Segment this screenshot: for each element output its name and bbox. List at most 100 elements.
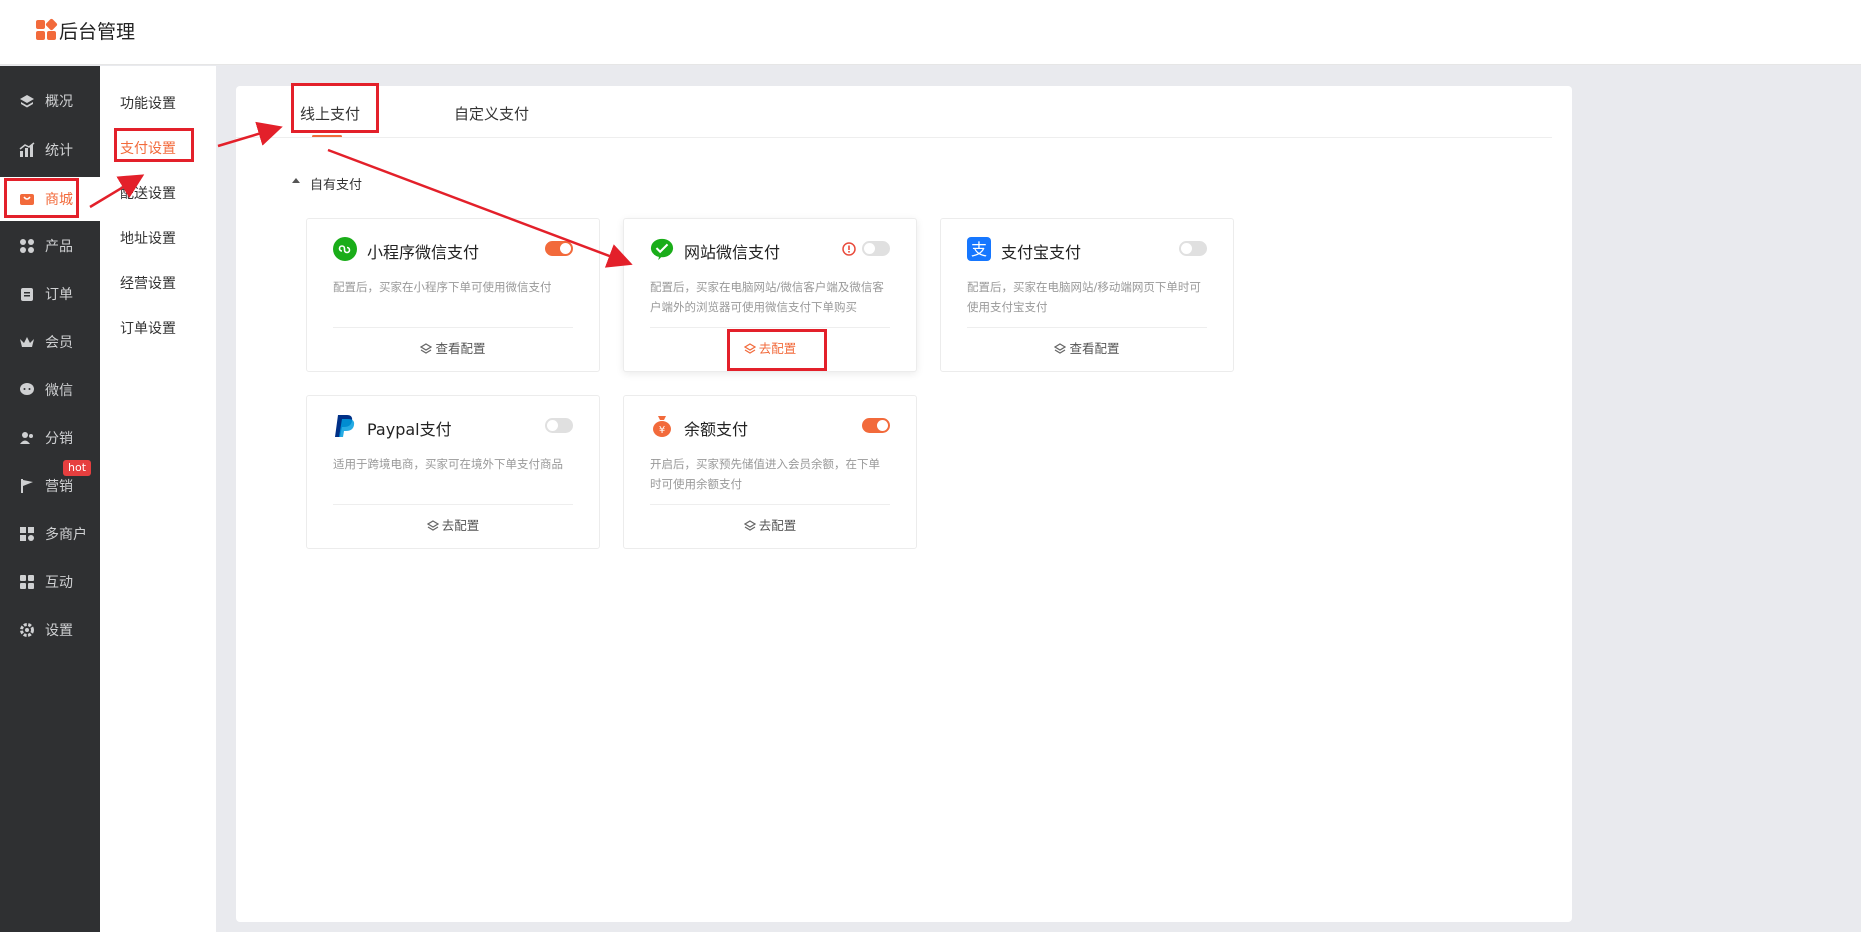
- action-label: 去配置: [441, 518, 480, 533]
- payment-card-paypal: Paypal支付 适用于跨境电商，买家可在境外下单支付商品 去配置: [306, 395, 600, 549]
- tab-custom-payment[interactable]: 自定义支付: [454, 103, 529, 124]
- flag-icon: [19, 478, 35, 494]
- chat-icon: [19, 382, 35, 398]
- alipay-icon: 支: [967, 237, 991, 261]
- wechat-icon: [650, 237, 674, 261]
- action-label: 查看配置: [435, 341, 486, 356]
- view-config-button[interactable]: 查看配置: [307, 338, 599, 357]
- grid-icon: [19, 238, 35, 254]
- payment-name: 余额支付: [684, 420, 749, 439]
- payment-name: 小程序微信支付: [367, 243, 480, 262]
- sidebar-item-label: 会员: [45, 335, 73, 351]
- svg-text:支: 支: [971, 240, 987, 259]
- logo-icon: [36, 18, 58, 40]
- chart-icon: [19, 142, 35, 158]
- warning-icon[interactable]: [842, 241, 856, 256]
- sidebar-item-members[interactable]: 会员: [0, 320, 100, 364]
- layers-icon: [1054, 343, 1067, 354]
- enable-toggle[interactable]: [1179, 241, 1207, 256]
- toggle-knob: [877, 420, 888, 431]
- toggle-knob: [864, 243, 875, 254]
- enable-toggle[interactable]: [862, 418, 890, 433]
- card-divider: [967, 327, 1207, 328]
- card-divider: [650, 327, 890, 328]
- sidebar-item-orders[interactable]: 订单: [0, 272, 100, 316]
- collapse-caret-icon[interactable]: [292, 178, 300, 183]
- tab-divider: [236, 137, 1552, 138]
- sidebar-item-label: 订单: [45, 287, 73, 303]
- annotation-box-shop: [4, 178, 79, 218]
- layers-icon: [420, 343, 433, 354]
- submenu-item-order[interactable]: 订单设置: [120, 318, 176, 338]
- section-title: 自有支付: [310, 178, 363, 193]
- sidebar-item-label: 分销: [45, 431, 73, 447]
- toggle-knob: [560, 243, 571, 254]
- view-config-button[interactable]: 查看配置: [941, 338, 1233, 357]
- sidebar-item-overview[interactable]: 概况: [0, 79, 100, 123]
- sidebar-item-interaction[interactable]: 互动: [0, 560, 100, 604]
- svg-text:¥: ¥: [659, 425, 665, 436]
- go-config-button[interactable]: 去配置: [624, 515, 916, 534]
- payment-settings-panel: 线上支付 自定义支付 自有支付 小程序微信支付 配置后，买家在小程序下单可使用微…: [236, 86, 1572, 922]
- sidebar-item-products[interactable]: 产品: [0, 224, 100, 268]
- sidebar-item-label: 营销: [45, 479, 73, 495]
- tab-label: 自定义支付: [454, 105, 530, 123]
- enable-toggle[interactable]: [862, 241, 890, 256]
- annotation-box-payment-settings: [114, 128, 194, 162]
- crown-icon: [19, 334, 35, 350]
- sidebar-item-label: 产品: [45, 239, 73, 255]
- sidebar-item-label: 设置: [45, 623, 73, 639]
- paypal-icon: [333, 414, 357, 438]
- layers-icon: [426, 520, 439, 531]
- clipboard-icon: [19, 286, 35, 302]
- submenu-item-feature[interactable]: 功能设置: [120, 93, 176, 113]
- go-config-button[interactable]: 去配置: [307, 515, 599, 534]
- sidebar-item-wechat[interactable]: 微信: [0, 368, 100, 412]
- payment-description: 配置后，买家在小程序下单可使用微信支付: [333, 280, 552, 294]
- payment-card-alipay: 支 支付宝支付 配置后，买家在电脑网站/移动端网页下单时可使用支付宝支付 查看配…: [940, 218, 1234, 372]
- sidebar-item-stats[interactable]: 统计: [0, 128, 100, 172]
- sidebar-item-label: 微信: [45, 383, 73, 399]
- app-title: 后台管理: [59, 21, 136, 43]
- sidebar-item-multi-merchant[interactable]: 多商户: [0, 512, 100, 556]
- action-label: 去配置: [758, 518, 797, 533]
- submenu-item-address[interactable]: 地址设置: [120, 228, 176, 248]
- payment-card-balance: ¥ 余额支付 开启后，买家预先储值进入会员余额，在下单时可使用余额支付 去配置: [623, 395, 917, 549]
- payment-description: 适用于跨境电商，买家可在境外下单支付商品: [333, 457, 563, 471]
- enable-toggle[interactable]: [545, 418, 573, 433]
- toggle-knob: [547, 420, 558, 431]
- payment-description: 开启后，买家预先储值进入会员余额，在下单时可使用余额支付: [650, 457, 880, 491]
- enable-toggle[interactable]: [545, 241, 573, 256]
- sidebar-item-marketing[interactable]: 营销 hot: [0, 460, 100, 508]
- submenu-item-delivery[interactable]: 配送设置: [120, 183, 176, 203]
- settings-submenu: 功能设置 支付设置 配送设置 地址设置 经营设置 订单设置: [100, 66, 216, 932]
- payment-description: 配置后，买家在电脑网站/微信客户端及微信客户端外的浏览器可使用微信支付下单购买: [650, 280, 884, 314]
- sidebar-item-label: 互动: [45, 575, 73, 591]
- card-divider: [650, 504, 890, 505]
- top-bar: 后台管理: [0, 0, 1861, 65]
- payment-name: 支付宝支付: [1001, 243, 1082, 262]
- payment-name: 网站微信支付: [684, 243, 781, 262]
- card-divider: [333, 327, 573, 328]
- hot-badge: hot: [63, 460, 92, 476]
- annotation-box-go-config: [727, 329, 827, 371]
- payment-name: Paypal支付: [367, 420, 452, 439]
- layers-icon: [743, 520, 756, 531]
- submenu-item-business[interactable]: 经营设置: [120, 273, 176, 293]
- apps-icon: [19, 574, 35, 590]
- sidebar-item-label: 多商户: [45, 527, 87, 543]
- layers-icon: [19, 93, 35, 109]
- users-icon: [19, 430, 35, 446]
- store-icon: [19, 526, 35, 542]
- miniprogram-icon: [333, 237, 357, 261]
- sidebar-item-label: 概况: [45, 94, 73, 110]
- sidebar-item-distribution[interactable]: 分销: [0, 416, 100, 460]
- annotation-box-online-tab: [291, 83, 379, 133]
- toggle-knob: [1181, 243, 1192, 254]
- payment-card-miniprogram-wechat: 小程序微信支付 配置后，买家在小程序下单可使用微信支付 查看配置: [306, 218, 600, 372]
- card-divider: [333, 504, 573, 505]
- sidebar-item-label: 统计: [45, 143, 73, 159]
- sidebar-item-settings[interactable]: 设置: [0, 608, 100, 652]
- action-label: 查看配置: [1069, 341, 1120, 356]
- payment-description: 配置后，买家在电脑网站/移动端网页下单时可使用支付宝支付: [967, 280, 1201, 314]
